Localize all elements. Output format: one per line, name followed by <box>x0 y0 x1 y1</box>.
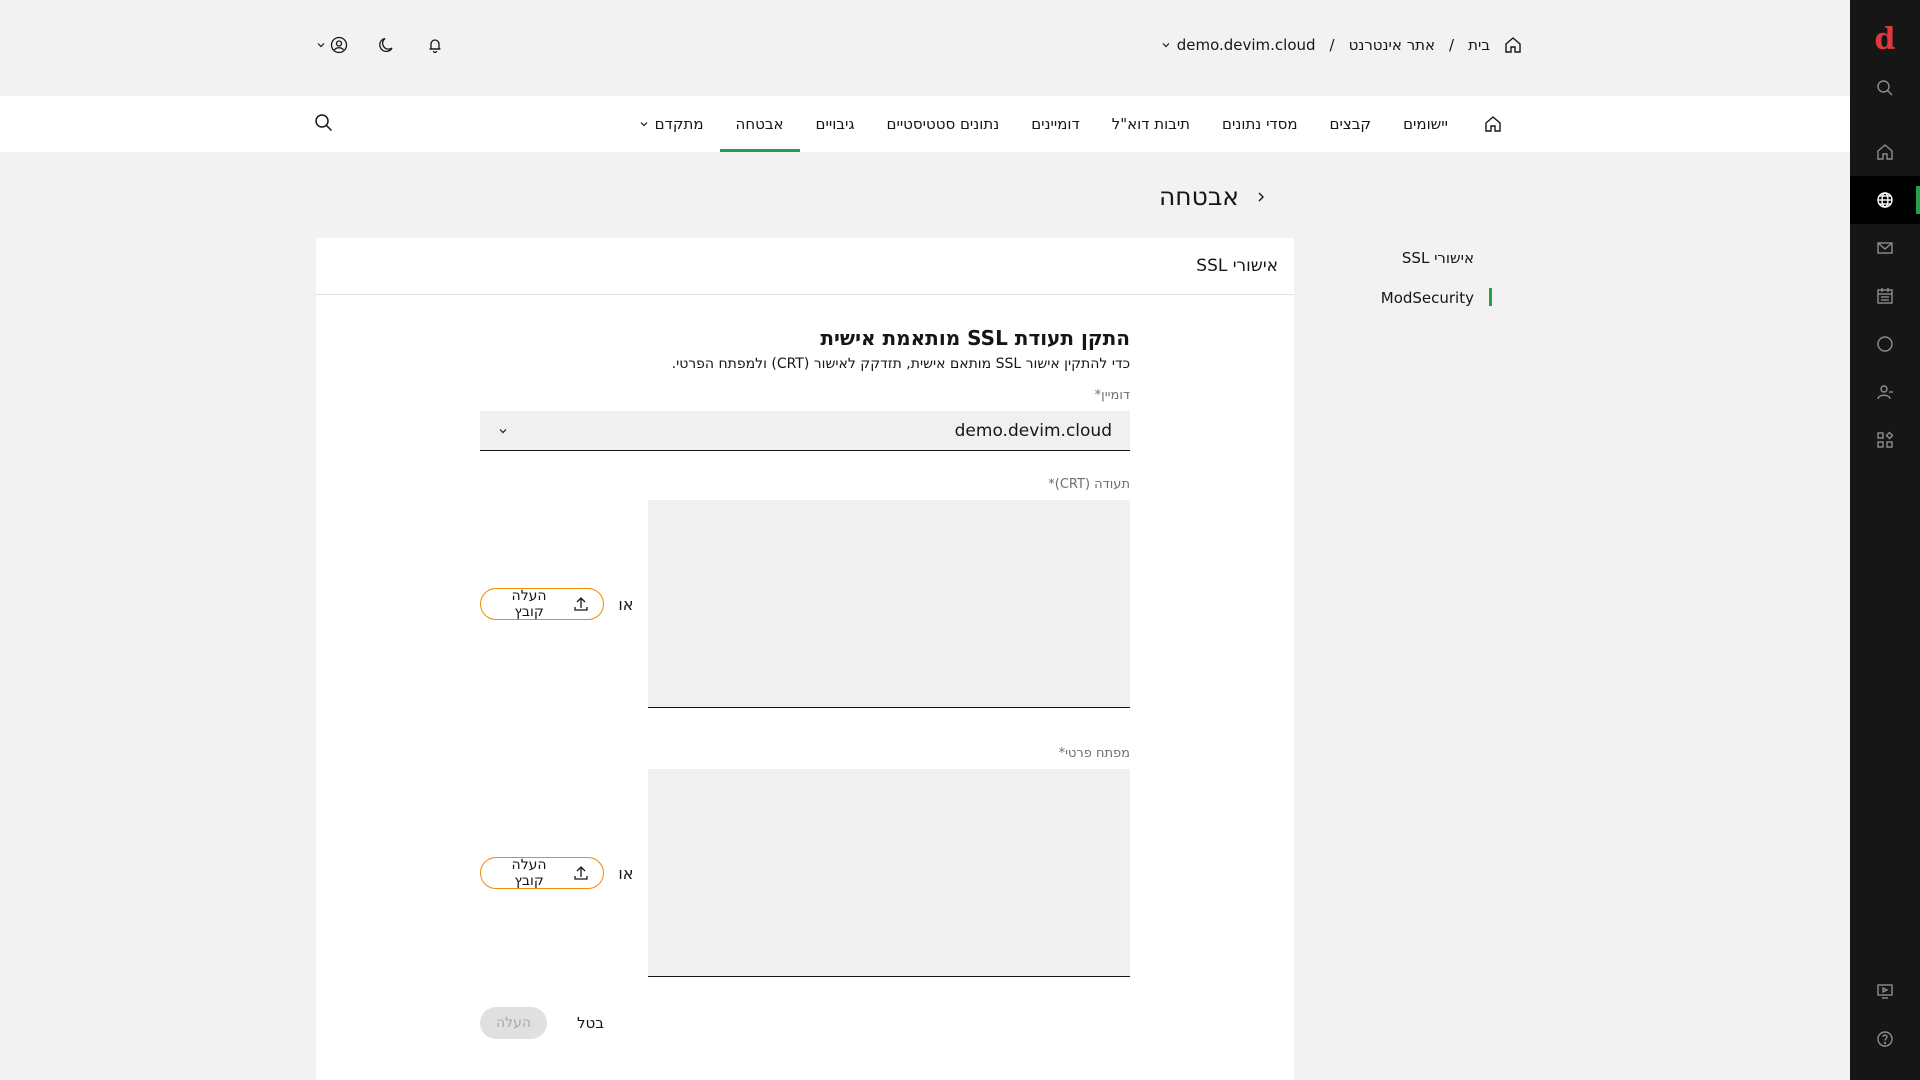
nav-backups[interactable]: גיבויים <box>800 96 871 152</box>
rail-globe-icon[interactable] <box>1850 176 1920 224</box>
nav-applications[interactable]: יישומים <box>1387 96 1464 152</box>
or-label: או <box>618 594 634 614</box>
account-menu[interactable] <box>316 36 348 54</box>
crt-textarea[interactable] <box>647 500 1130 708</box>
chevron-down-icon <box>316 40 326 50</box>
rail-mail-icon[interactable] <box>1850 224 1920 272</box>
key-upload-button[interactable]: העלה קובץ <box>480 857 605 889</box>
page-header: אבטחה <box>1159 182 1267 211</box>
page-title: אבטחה <box>1158 182 1239 211</box>
cancel-button[interactable]: בטל <box>577 1014 604 1032</box>
home-icon[interactable] <box>1504 36 1522 54</box>
nav-home[interactable] <box>1464 96 1522 152</box>
home-icon <box>1484 115 1502 133</box>
security-side-menu: אישורי SSL ModSecurity <box>1352 238 1492 318</box>
nav-security[interactable]: אבטחה <box>719 96 800 152</box>
chevron-down-icon <box>498 426 508 436</box>
rail-user-group-icon[interactable] <box>1850 368 1920 416</box>
domain-select[interactable]: demo.devim.cloud <box>480 411 1130 451</box>
side-item-modsecurity[interactable]: ModSecurity <box>1352 278 1492 318</box>
ssl-card: אישורי SSL התקן תעודת SSL מותאמת אישית כ… <box>316 238 1294 1080</box>
nav-databases[interactable]: מסדי נתונים <box>1206 96 1314 152</box>
app-logo[interactable]: d <box>1850 18 1920 60</box>
breadcrumb-separator: / <box>1449 36 1455 54</box>
nav-tabs: יישומים קבצים מסדי נתונים תיבות דוא"ל דו… <box>623 96 1522 152</box>
rail-calendar-icon[interactable] <box>1850 272 1920 320</box>
app-rail: d <box>1850 0 1920 1080</box>
ssl-install-form: התקן תעודת SSL מותאמת אישית כדי להתקין א… <box>480 326 1130 1039</box>
form-title: התקן תעודת SSL מותאמת אישית <box>820 326 1130 350</box>
rail-apps-icon[interactable] <box>1850 416 1920 464</box>
breadcrumb: בית / אתר אינטרנט / demo.devim.cloud <box>1161 36 1522 54</box>
or-label: או <box>618 863 634 883</box>
nav-mailboxes[interactable]: תיבות דוא"ל <box>1096 96 1206 152</box>
rail-screen-icon[interactable] <box>1850 967 1920 1015</box>
crt-upload-label: העלה קובץ <box>511 588 547 620</box>
rail-circle-icon[interactable] <box>1850 320 1920 368</box>
domain-switcher-label: demo.devim.cloud <box>1176 36 1316 54</box>
side-item-ssl[interactable]: אישורי SSL <box>1352 238 1492 278</box>
rail-home-icon[interactable] <box>1850 128 1920 176</box>
rail-search-icon[interactable] <box>1850 64 1920 112</box>
nav-advanced[interactable]: מתקדם <box>623 96 720 152</box>
top-header: בית / אתר אינטרנט / demo.devim.cloud <box>0 0 1850 96</box>
key-label: מפתח פרטי* <box>1058 746 1130 761</box>
nav-files[interactable]: קבצים <box>1314 96 1388 152</box>
nav-search-icon[interactable] <box>314 113 334 133</box>
crt-row: או העלה קובץ <box>480 500 1130 708</box>
key-textarea[interactable] <box>647 769 1130 977</box>
card-title: אישורי SSL <box>316 238 1294 295</box>
breadcrumb-home[interactable]: בית <box>1468 36 1490 54</box>
breadcrumb-website[interactable]: אתר אינטרנט <box>1349 36 1435 54</box>
domain-label: דומיין* <box>1094 388 1130 403</box>
domain-switcher[interactable]: demo.devim.cloud <box>1161 36 1316 54</box>
breadcrumb-separator: / <box>1329 36 1335 54</box>
main-nav: יישומים קבצים מסדי נתונים תיבות דוא"ל דו… <box>0 96 1850 152</box>
nav-advanced-label: מתקדם <box>654 115 704 133</box>
crt-upload-button[interactable]: העלה קובץ <box>480 588 605 620</box>
top-actions <box>316 36 444 54</box>
crt-label: תעודה (CRT)* <box>1048 477 1130 492</box>
chevron-down-icon <box>1161 40 1171 50</box>
key-row: או העלה קובץ <box>480 769 1130 977</box>
form-description: כדי להתקין אישור SSL מותאם אישית, תזדקק … <box>671 356 1130 372</box>
domain-select-value: demo.devim.cloud <box>954 420 1112 441</box>
bell-icon[interactable] <box>426 36 444 54</box>
upload-icon <box>573 596 589 612</box>
nav-domains[interactable]: דומיינים <box>1015 96 1096 152</box>
moon-icon[interactable] <box>378 36 396 54</box>
key-upload-label: העלה קובץ <box>511 857 547 889</box>
chevron-down-icon <box>639 119 649 129</box>
upload-icon <box>573 865 589 881</box>
nav-statistics[interactable]: נתונים סטטיסטיים <box>871 96 1016 152</box>
submit-upload-button[interactable]: העלה <box>480 1007 548 1039</box>
user-avatar-icon <box>330 36 348 54</box>
back-chevron-icon[interactable] <box>1255 191 1267 203</box>
form-actions: בטל העלה <box>480 1007 1130 1039</box>
rail-help-icon[interactable] <box>1850 1015 1920 1063</box>
